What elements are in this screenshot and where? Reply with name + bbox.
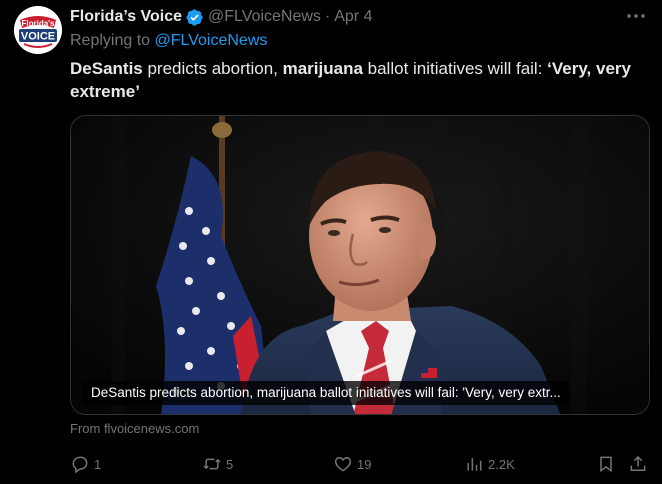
bookmark-icon — [600, 456, 612, 473]
reply-icon — [72, 456, 88, 474]
link-card[interactable]: DeSantis predicts abortion, marijuana ba… — [70, 115, 650, 415]
more-options-icon[interactable] — [624, 8, 648, 24]
like-button[interactable]: 19 — [333, 452, 371, 476]
replying-to-label: Replying to — [70, 32, 151, 49]
handle[interactable]: @FLVoiceNews — [208, 8, 321, 26]
display-name[interactable]: Florida’s Voice — [70, 8, 182, 26]
logo-top-text: Florida's — [21, 19, 55, 28]
florida-voice-logo: Florida's VOICE — [14, 6, 62, 54]
reply-button[interactable]: 1 — [70, 452, 101, 476]
views-button[interactable]: 2.2K — [464, 452, 515, 476]
views-count: 2.2K — [488, 456, 515, 472]
like-count: 19 — [357, 456, 372, 472]
replying-to: Replying to @FLVoiceNews — [70, 32, 267, 50]
retweet-button[interactable]: 5 — [202, 452, 233, 476]
tweet-text-part: ballot initiatives will fail: — [362, 59, 548, 78]
reply-mention-link[interactable]: @FLVoiceNews — [155, 32, 268, 49]
card-caption[interactable]: DeSantis predicts abortion, marijuana ba… — [83, 381, 569, 405]
reply-count: 1 — [94, 456, 102, 472]
tweet-text: DeSantis predicts abortion, marijuana ba… — [70, 57, 650, 103]
tweet-text-part: predicts abortion, — [142, 59, 283, 78]
heart-icon — [334, 456, 352, 472]
logo-bottom-text: VOICE — [21, 31, 55, 43]
share-icon — [630, 455, 646, 471]
retweet-count: 5 — [226, 456, 234, 472]
tweet[interactable]: Florida's VOICE Florida’s Voice @FLVoice… — [0, 0, 662, 484]
tweet-text-part: DeSantis — [70, 59, 143, 78]
card-source-link[interactable]: From flvoicenews.com — [70, 421, 199, 436]
views-chart-icon — [467, 458, 482, 471]
separator-dot: · — [324, 8, 331, 25]
verified-badge-icon[interactable] — [185, 8, 204, 27]
share-button[interactable] — [628, 452, 652, 476]
tweet-date[interactable]: Apr 4 — [334, 8, 372, 26]
tweet-text-part: marijuana — [282, 59, 363, 78]
avatar[interactable]: Florida's VOICE — [14, 6, 62, 54]
tweet-actions: 1 5 19 2.2K — [70, 452, 650, 476]
retweet-icon — [203, 458, 221, 470]
tweet-header: Florida’s Voice @FLVoiceNews · Apr 4 — [70, 6, 372, 28]
bookmark-button[interactable] — [596, 452, 620, 476]
article-photo — [71, 116, 649, 414]
